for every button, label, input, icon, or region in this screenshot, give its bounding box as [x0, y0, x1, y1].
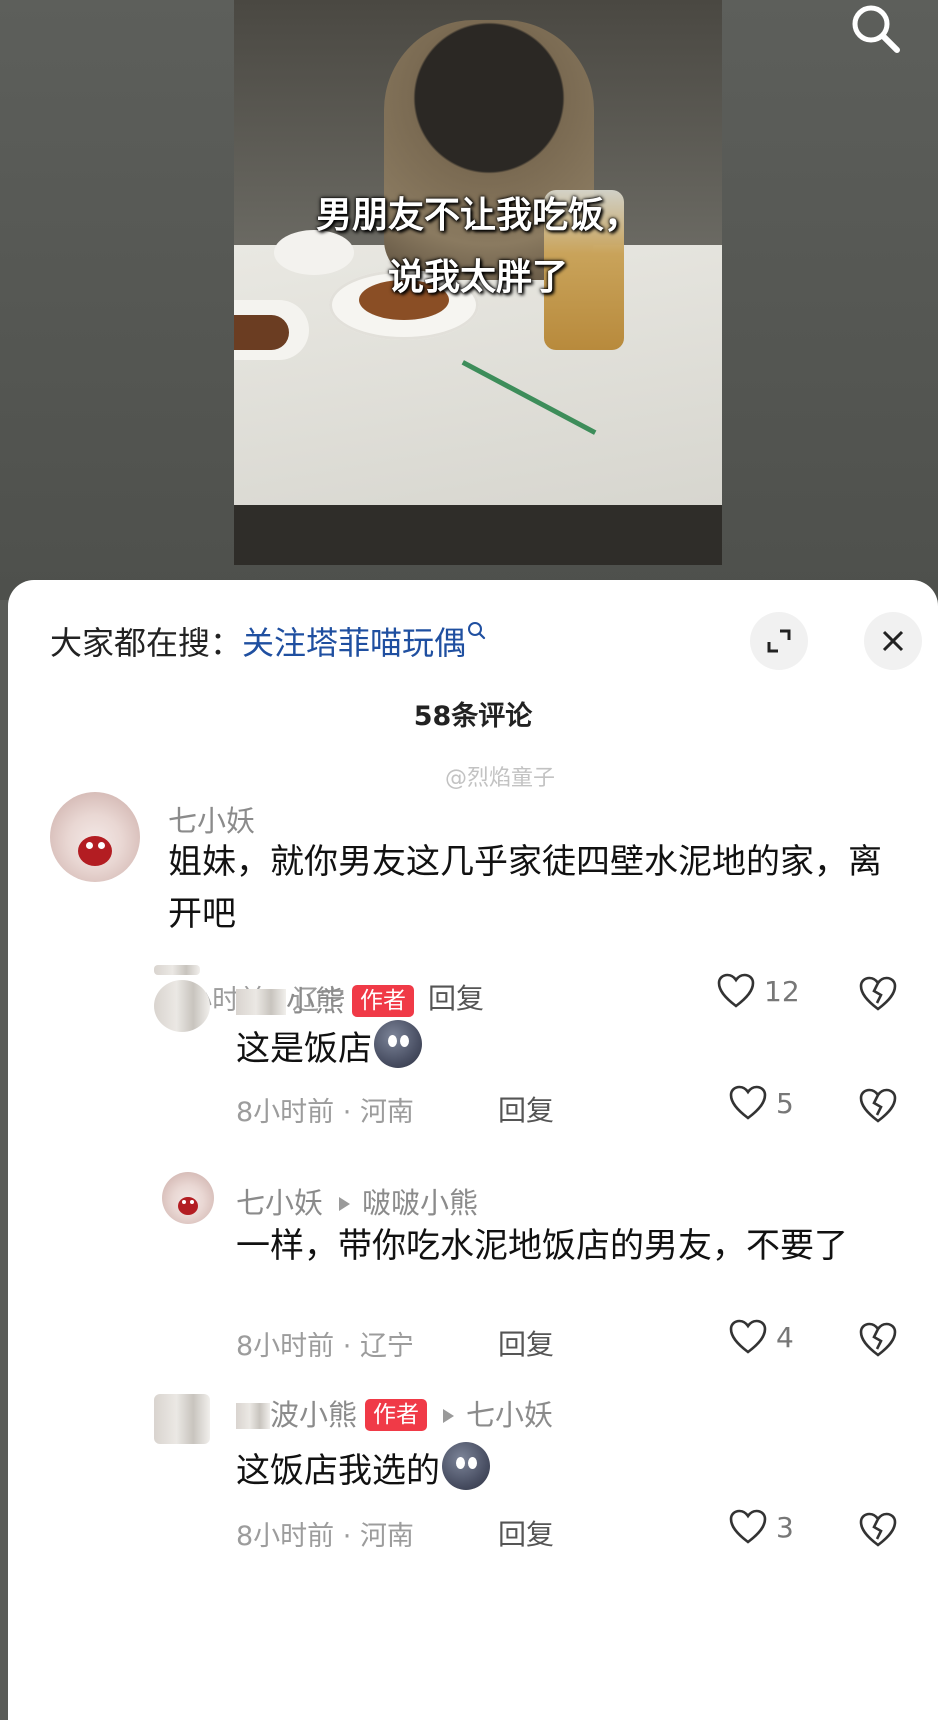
close-icon [882, 630, 904, 652]
blurred-name-part [236, 989, 286, 1015]
reply-button[interactable]: 回复 [498, 1323, 554, 1363]
comment-location: 辽宁 [359, 1331, 414, 1362]
avatar[interactable] [154, 980, 210, 1032]
reply-button[interactable]: 回复 [498, 1089, 554, 1129]
comment-text: 一样，带你吃水泥地饭店的男友，不要了 [236, 1226, 848, 1266]
author-name: 波小熊 [270, 1398, 358, 1432]
video-scene-food [234, 315, 289, 350]
heart-icon [717, 973, 755, 1008]
trending-prefix: 大家都在搜： [50, 624, 243, 662]
comments-sheet: 大家都在搜：关注塔菲喵玩偶 58条评论 七小妖 姐妹，就你男友这几乎家徒四壁水泥… [8, 580, 938, 1720]
dark-face-emoji [374, 1020, 422, 1068]
search-icon [468, 622, 486, 640]
comments-count: 58条评论 [413, 701, 533, 732]
like-count: 5 [776, 1086, 794, 1120]
reply-to-name[interactable]: 啵啵小熊 [362, 1186, 478, 1220]
comment-text-content: 这饭店我选的 [236, 1451, 440, 1491]
comment-location: 河南 [359, 1521, 414, 1552]
blurred-region [154, 965, 200, 975]
comment-text: 姐妹，就你男友这几乎家徒四壁水泥地的家，离开吧 [168, 842, 882, 934]
reply-button[interactable]: 回复 [498, 1513, 554, 1553]
broken-heart-icon[interactable] [858, 1086, 898, 1126]
like-count: 3 [776, 1510, 794, 1544]
comment-text: 这是饭店 [236, 1020, 422, 1075]
broken-heart-icon[interactable] [858, 974, 898, 1014]
avatar[interactable] [162, 1172, 214, 1224]
video-caption: 男朋友不让我吃饭， [315, 195, 640, 236]
search-icon [852, 5, 900, 53]
comment-meta: 8小时前 · 河南 [236, 1521, 414, 1552]
like-button[interactable]: 4 [728, 1318, 794, 1356]
heart-icon [729, 1085, 767, 1120]
comment-author[interactable]: 七小妖 [168, 798, 255, 840]
watermark: @烈焰童子 [445, 766, 556, 791]
comment-author[interactable]: 小熊 作者 [236, 978, 415, 1020]
reply-arrow-icon [339, 1196, 351, 1211]
video-caption: 说我太胖了 [387, 257, 568, 298]
author-name: 小熊 [286, 984, 345, 1018]
comment-time: 8小时前 [236, 1331, 335, 1362]
reply-arrow-icon [443, 1408, 455, 1423]
comment-meta: 8小时前 · 河南 [236, 1097, 414, 1128]
like-count: 4 [776, 1320, 794, 1354]
like-button[interactable]: 3 [728, 1508, 794, 1546]
broken-heart-icon[interactable] [858, 1320, 898, 1360]
video-background: 男朋友不让我吃饭， 说我太胖了 [0, 0, 938, 600]
heart-icon [729, 1509, 767, 1544]
dark-face-emoji [442, 1442, 490, 1490]
video-scene-floor [234, 505, 722, 565]
trending-keyword[interactable]: 关注塔菲喵玩偶 [242, 624, 466, 662]
comment-author[interactable]: 七小妖 啵啵小熊 [236, 1180, 478, 1222]
reply-button[interactable]: 回复 [428, 977, 484, 1017]
heart-icon [729, 1319, 767, 1354]
like-button[interactable]: 12 [716, 972, 800, 1010]
comment-text-content: 这是饭店 [236, 1029, 372, 1069]
blurred-name-part [236, 1403, 270, 1429]
reply-to-name[interactable]: 七小妖 [466, 1398, 553, 1432]
broken-heart-icon[interactable] [858, 1510, 898, 1550]
author-tag: 作者 [365, 1399, 428, 1431]
avatar[interactable] [154, 1394, 210, 1444]
trending-search[interactable]: 大家都在搜：关注塔菲喵玩偶 [50, 618, 488, 664]
like-count: 12 [764, 974, 800, 1008]
expand-button[interactable] [750, 612, 808, 670]
avatar[interactable] [50, 792, 140, 882]
comment-time: 8小时前 [236, 1097, 335, 1128]
comment-time: 8小时前 [236, 1521, 335, 1552]
comment-text: 这饭店我选的 [236, 1442, 490, 1497]
like-button[interactable]: 5 [728, 1084, 794, 1122]
search-button[interactable] [845, 0, 907, 58]
author-name: 七小妖 [236, 1186, 324, 1220]
close-button[interactable] [864, 612, 922, 670]
author-tag: 作者 [352, 985, 415, 1017]
comment-meta: 8小时前 · 辽宁 [236, 1331, 414, 1362]
comment-author[interactable]: 波小熊 作者 七小妖 [236, 1392, 553, 1434]
expand-icon [767, 629, 791, 653]
comment-location: 河南 [359, 1097, 414, 1128]
